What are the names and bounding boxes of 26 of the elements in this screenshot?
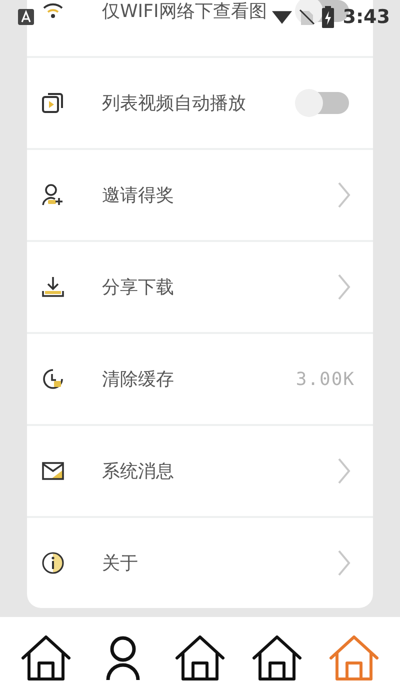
toggle-switch[interactable] [297,92,349,114]
setting-label: 分享下载 [102,276,174,299]
home-icon[interactable] [174,634,225,684]
setting-label: 清除缓存 [102,368,174,391]
no-sim-icon [296,7,317,27]
clock-icon [41,367,65,391]
home-icon[interactable] [252,634,302,684]
home-icon[interactable] [21,634,72,684]
chevron-right-icon [337,273,351,301]
clock-time: 3:43 [342,6,390,28]
setting-label: 系统消息 [102,460,174,483]
signal-icon [272,9,292,25]
setting-label: 仅WIFI网络下查看图 [102,0,267,23]
chevron-right-icon [337,181,351,209]
setting-label: 列表视频自动播放 [102,92,246,115]
chevron-right-icon [337,457,351,485]
mail-icon [41,459,65,483]
setting-label: 关于 [102,552,138,575]
cache-size: 3.00K [296,368,355,390]
video-icon [41,91,65,115]
battery-charging-icon [322,6,334,28]
chevron-right-icon [337,549,351,577]
add-user-icon [41,183,65,207]
setting-label: 邀请得奖 [102,184,174,207]
info-icon [41,551,65,575]
download-icon [41,275,65,299]
